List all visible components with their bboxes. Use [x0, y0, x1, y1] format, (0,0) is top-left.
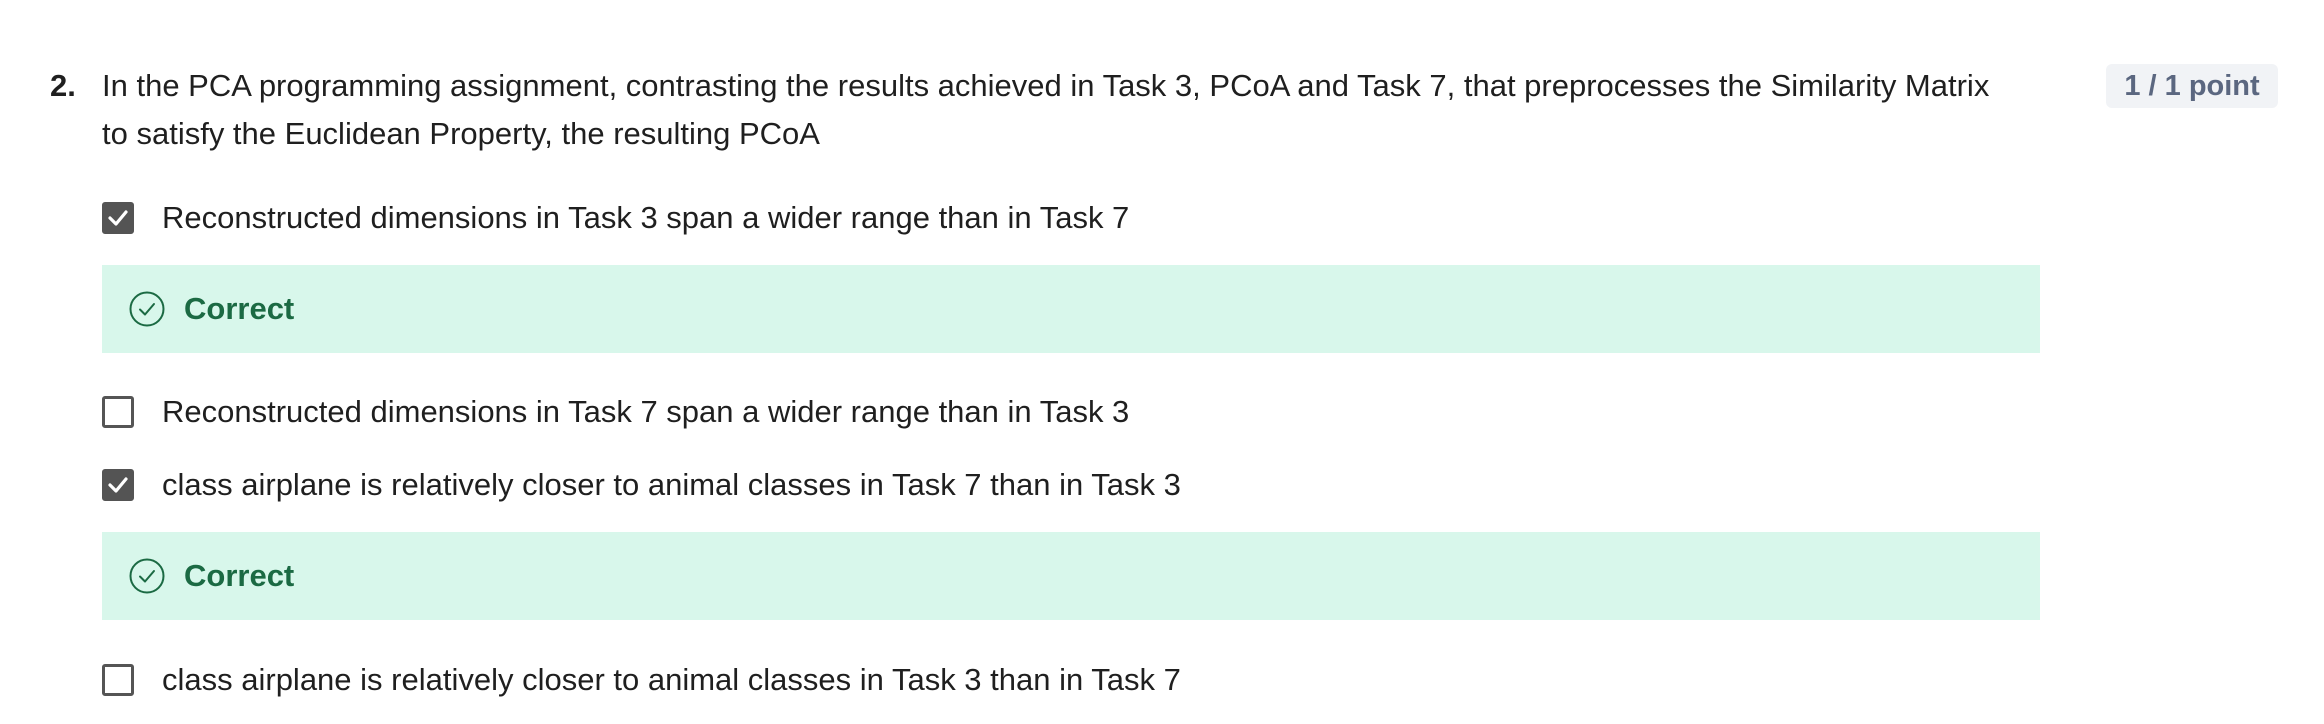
question-text: In the PCA programming assignment, contr… — [102, 68, 1990, 151]
option-3[interactable]: class airplane is relatively closer to a… — [102, 465, 1181, 505]
question-number: 2. — [50, 68, 76, 103]
option-1[interactable]: Reconstructed dimensions in Task 3 span … — [102, 198, 1129, 238]
feedback-correct-1: Correct — [102, 265, 2040, 353]
option-3-label: class airplane is relatively closer to a… — [162, 467, 1181, 502]
feedback-label: Correct — [184, 291, 295, 326]
option-2[interactable]: Reconstructed dimensions in Task 7 span … — [102, 392, 1129, 432]
option-4[interactable]: class airplane is relatively closer to a… — [102, 660, 1181, 700]
feedback-label: Correct — [184, 558, 295, 593]
option-4-checkbox[interactable] — [102, 664, 134, 696]
option-3-checkbox[interactable] — [102, 469, 134, 501]
points-badge: 1 / 1 point — [2106, 64, 2278, 108]
option-4-label: class airplane is relatively closer to a… — [162, 662, 1181, 697]
check-icon — [108, 477, 128, 493]
option-1-checkbox[interactable] — [102, 202, 134, 234]
quiz-question: 2. In the PCA programming assignment, co… — [0, 0, 2324, 724]
check-icon — [108, 210, 128, 226]
check-circle-icon — [128, 557, 166, 595]
check-circle-icon — [128, 290, 166, 328]
feedback-correct-2: Correct — [102, 532, 2040, 620]
option-1-label: Reconstructed dimensions in Task 3 span … — [162, 200, 1130, 235]
option-2-checkbox[interactable] — [102, 396, 134, 428]
option-2-label: Reconstructed dimensions in Task 7 span … — [162, 394, 1130, 429]
